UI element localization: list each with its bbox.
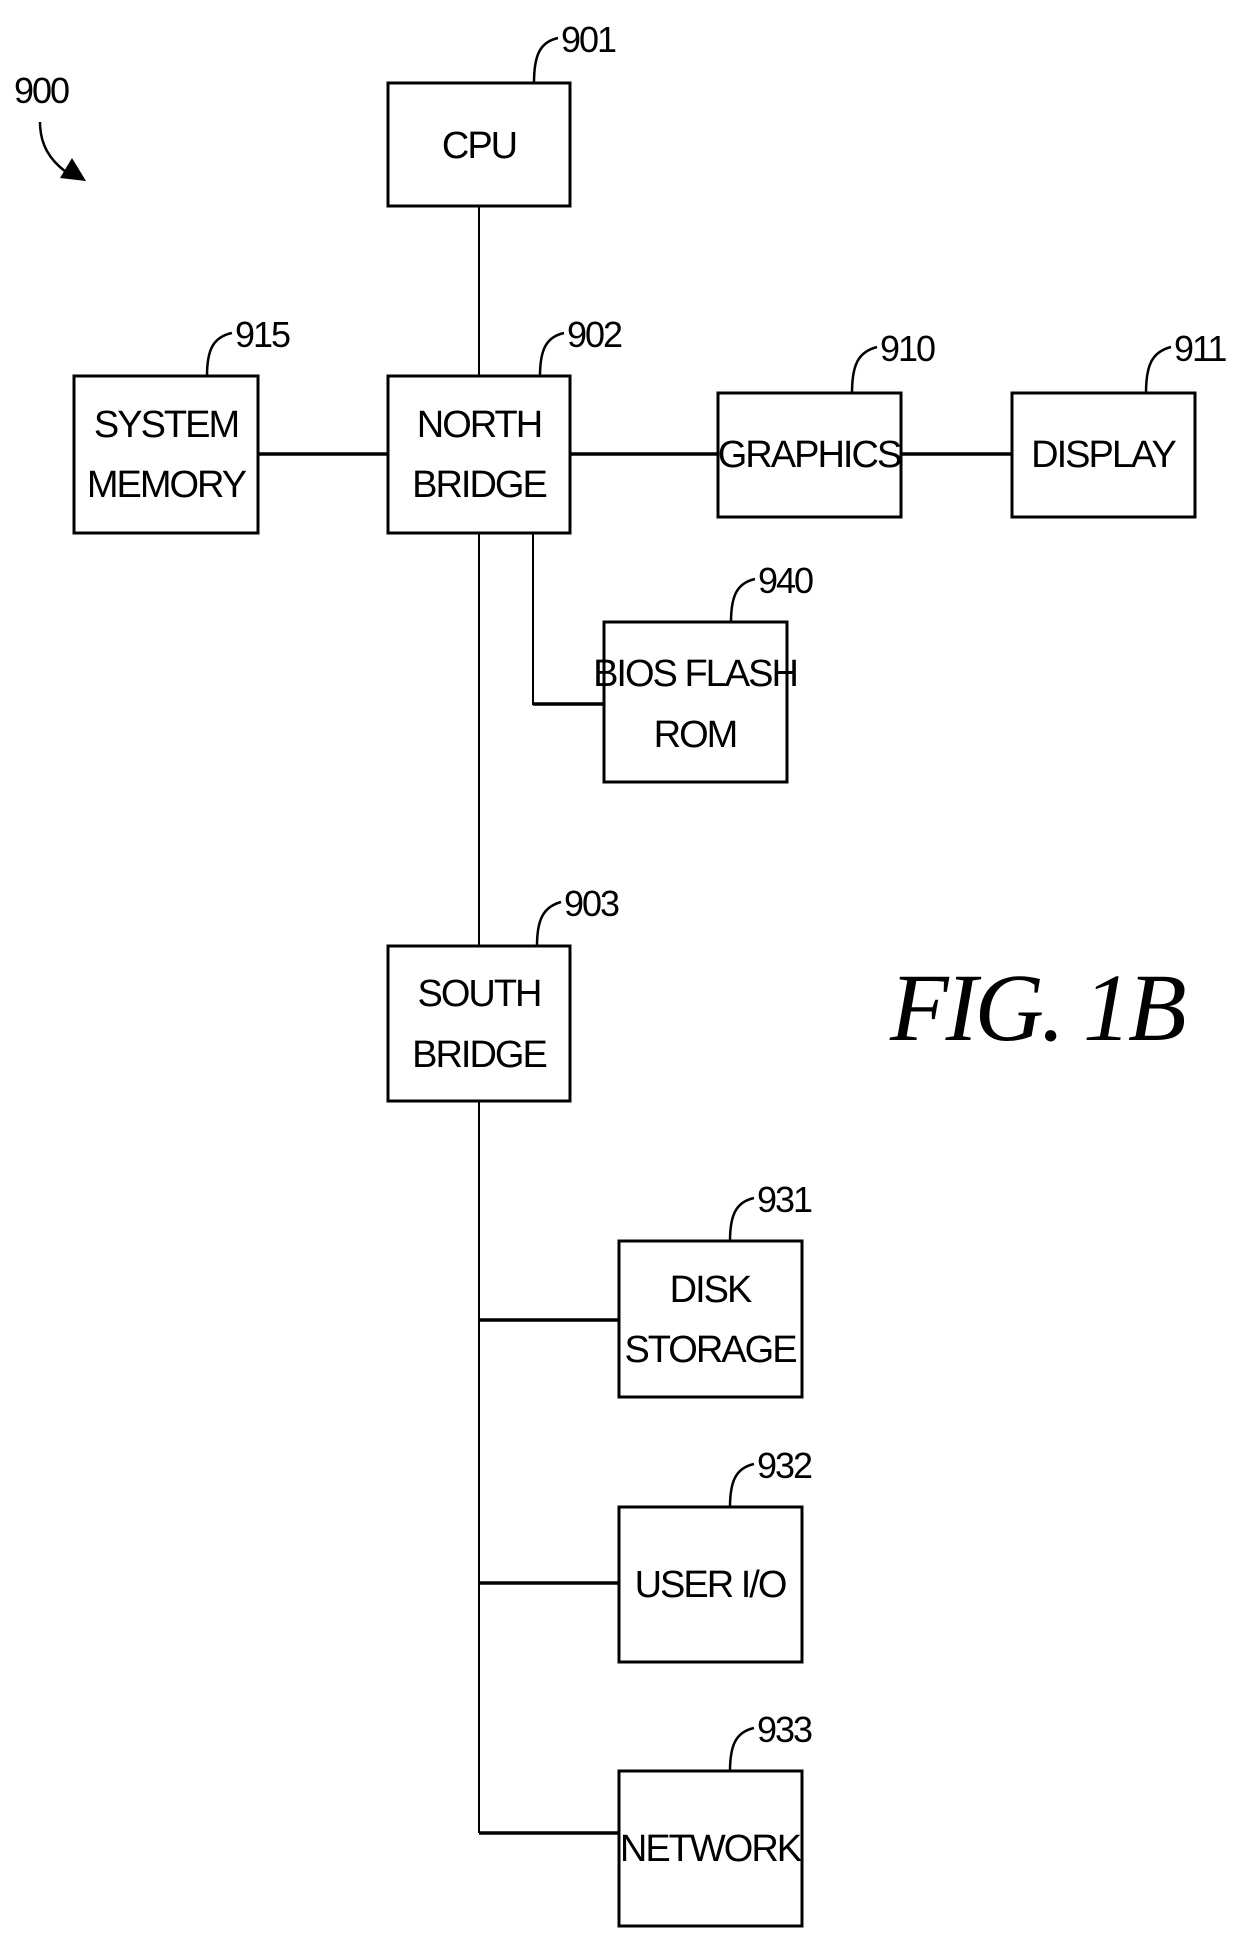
leader-931 — [728, 1196, 755, 1242]
block-system-memory-label-line2: MEMORY — [87, 464, 247, 506]
block-cpu-label: CPU — [442, 125, 516, 167]
figure-title: FIG. 1B — [889, 954, 1185, 1061]
reference-arrow-shaft — [38, 121, 67, 173]
leader-911 — [1144, 345, 1172, 394]
figure-reference: 900 — [14, 70, 86, 181]
leader-901 — [532, 36, 559, 84]
leader-940 — [729, 577, 756, 623]
block-disk-storage-label-line2: STORAGE — [624, 1329, 796, 1371]
leader-910 — [850, 345, 878, 394]
ref-933: 933 — [757, 1709, 812, 1750]
leader-932 — [728, 1462, 755, 1508]
ref-932: 932 — [757, 1445, 812, 1486]
block-south-bridge-label-line2: BRIDGE — [412, 1034, 546, 1076]
leader-915 — [205, 331, 233, 377]
ref-910: 910 — [880, 328, 935, 369]
block-cpu: CPU 901 — [386, 19, 618, 208]
ref-902: 902 — [567, 314, 622, 355]
block-south-bridge: SOUTH BRIDGE 903 — [386, 883, 621, 1103]
block-south-bridge-label-line1: SOUTH — [418, 973, 541, 1015]
block-system-memory: SYSTEM MEMORY 915 — [72, 314, 292, 535]
block-graphics: GRAPHICS 910 — [716, 328, 937, 519]
block-bios-flash-rom: BIOS FLASH ROM 940 — [593, 560, 815, 784]
block-disk-storage: DISK STORAGE 931 — [617, 1179, 814, 1399]
block-network: NETWORK 933 — [617, 1709, 814, 1928]
block-user-io: USER I/O 932 — [617, 1445, 814, 1664]
block-display-label: DISPLAY — [1031, 434, 1176, 476]
block-bios-flash-rom-label-line1: BIOS FLASH — [593, 653, 797, 695]
ref-903: 903 — [564, 883, 619, 924]
block-north-bridge-label-line1: NORTH — [417, 404, 541, 446]
block-system-memory-label-line1: SYSTEM — [94, 404, 238, 446]
leader-933 — [728, 1726, 755, 1772]
ref-931: 931 — [757, 1179, 812, 1220]
block-graphics-label: GRAPHICS — [718, 434, 901, 476]
figure-reference-number: 900 — [14, 70, 69, 111]
block-display: DISPLAY 911 — [1010, 328, 1228, 519]
ref-915: 915 — [235, 314, 290, 355]
block-network-label: NETWORK — [620, 1828, 802, 1870]
block-bios-flash-rom-label-line2: ROM — [654, 714, 737, 756]
ref-901: 901 — [561, 19, 616, 60]
ref-940: 940 — [758, 560, 813, 601]
block-disk-storage-label-line1: DISK — [670, 1269, 752, 1311]
block-diagram: 900 CPU 901 SYSTEM MEMORY 915 NORTH BRID… — [14, 19, 1228, 1928]
block-north-bridge-label-line2: BRIDGE — [412, 464, 546, 506]
block-north-bridge: NORTH BRIDGE 902 — [386, 314, 624, 535]
leader-903 — [535, 900, 562, 947]
ref-911: 911 — [1174, 328, 1226, 369]
leader-902 — [538, 331, 565, 377]
block-user-io-label: USER I/O — [635, 1564, 786, 1606]
